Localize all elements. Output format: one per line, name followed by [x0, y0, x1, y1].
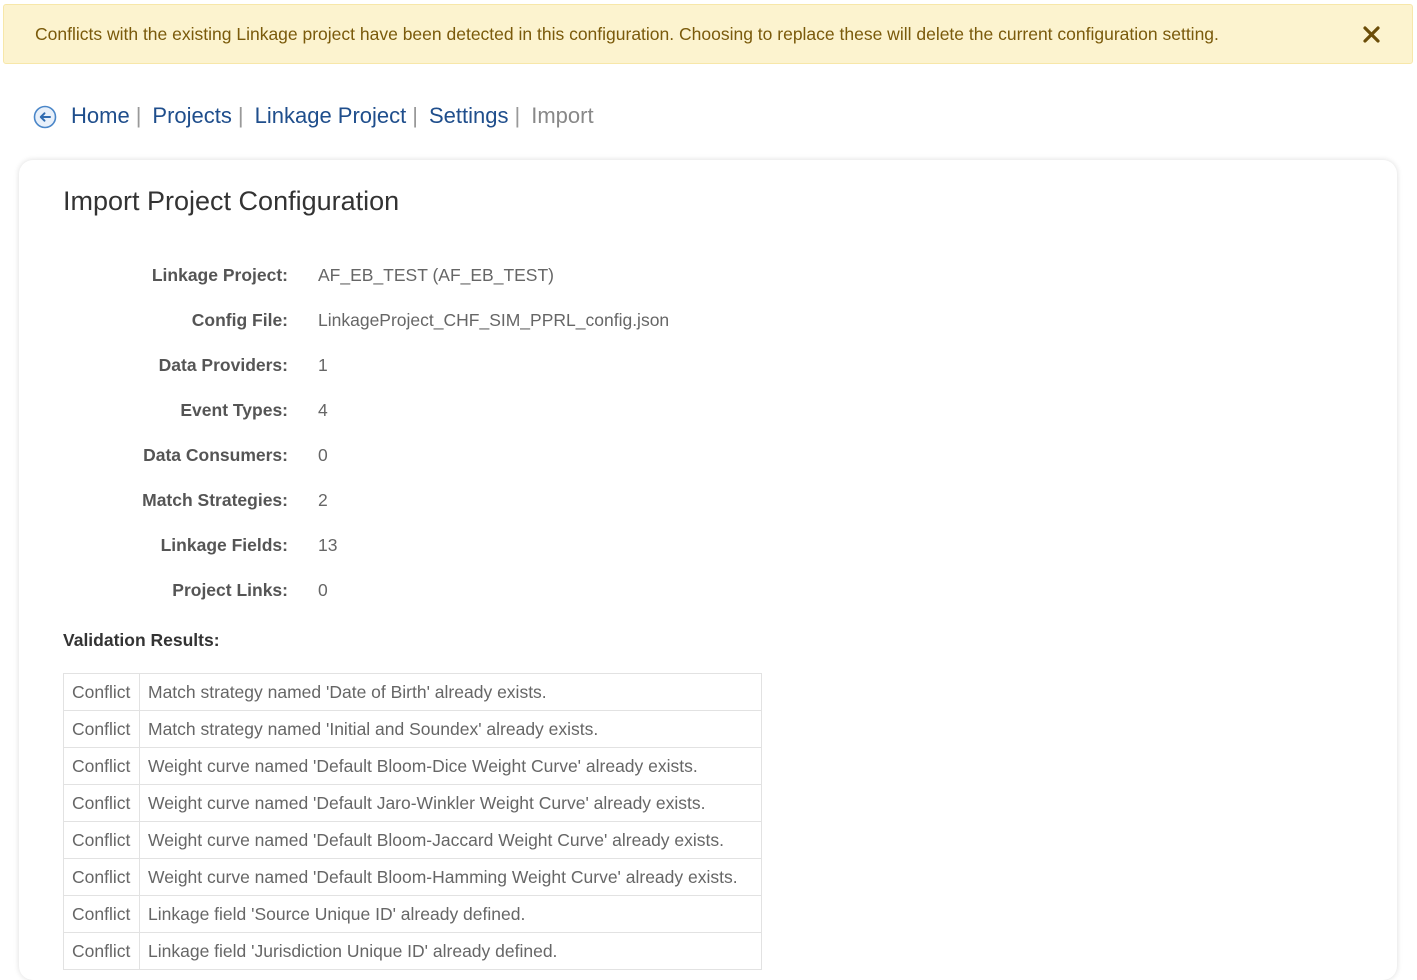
info-row-data-providers: Data Providers: 1 — [19, 350, 919, 380]
result-message: Linkage field 'Source Unique ID' already… — [139, 895, 762, 933]
result-type: Conflict — [63, 747, 140, 785]
breadcrumb: Home | Projects | Linkage Project | Sett… — [33, 100, 594, 132]
breadcrumb-projects-link[interactable]: Projects — [152, 103, 231, 129]
validation-results-heading: Validation Results: — [63, 630, 220, 650]
info-label: Data Providers: — [158, 354, 288, 375]
info-row-match-strategies: Match Strategies: 2 — [19, 485, 919, 515]
breadcrumb-separator: | — [514, 103, 521, 128]
info-value: 13 — [318, 534, 338, 555]
breadcrumb-linkage-project-link[interactable]: Linkage Project — [255, 103, 407, 129]
table-row: Conflict Linkage field 'Jurisdiction Uni… — [63, 932, 762, 970]
breadcrumb-separator: | — [237, 103, 244, 128]
result-message: Match strategy named 'Date of Birth' alr… — [139, 673, 762, 711]
conflict-alert: Conflicts with the existing Linkage proj… — [3, 4, 1413, 64]
table-row: Conflict Linkage field 'Source Unique ID… — [63, 895, 762, 933]
info-row-event-types: Event Types: 4 — [19, 395, 919, 425]
import-panel: Import Project Configuration Linkage Pro… — [19, 160, 1397, 980]
result-message: Weight curve named 'Default Bloom-Dice W… — [139, 747, 762, 785]
info-label: Config File: — [191, 309, 288, 330]
info-value: 4 — [318, 399, 328, 420]
info-label: Match Strategies: — [142, 489, 288, 510]
info-label: Data Consumers: — [143, 444, 288, 465]
result-message: Linkage field 'Jurisdiction Unique ID' a… — [139, 932, 762, 970]
table-row: Conflict Weight curve named 'Default Blo… — [63, 821, 762, 859]
info-value: LinkageProject_CHF_SIM_PPRL_config.json — [318, 309, 670, 330]
breadcrumb-current: Import — [531, 103, 594, 128]
result-type: Conflict — [63, 932, 140, 970]
table-row: Conflict Match strategy named 'Date of B… — [63, 673, 762, 711]
breadcrumb-separator: | — [412, 103, 418, 128]
info-value: 0 — [318, 579, 328, 600]
info-label: Event Types: — [180, 399, 288, 420]
info-value: 1 — [318, 354, 328, 375]
info-row-data-consumers: Data Consumers: 0 — [19, 440, 919, 470]
info-value: AF_EB_TEST (AF_EB_TEST) — [318, 264, 554, 285]
back-arrow-circle-icon[interactable] — [33, 105, 57, 129]
info-label: Linkage Project: — [151, 264, 288, 285]
info-value: 0 — [318, 444, 328, 465]
info-row-linkage-fields: Linkage Fields: 13 — [19, 530, 919, 560]
result-message: Weight curve named 'Default Bloom-Hammin… — [139, 858, 762, 896]
result-message: Weight curve named 'Default Bloom-Jaccar… — [139, 821, 762, 859]
result-type: Conflict — [63, 858, 140, 896]
breadcrumb-home-link[interactable]: Home — [71, 103, 130, 129]
result-type: Conflict — [63, 673, 140, 711]
info-row-config-file: Config File: LinkageProject_CHF_SIM_PPRL… — [19, 305, 919, 335]
table-row: Conflict Match strategy named 'Initial a… — [63, 710, 762, 748]
validation-results-table: Conflict Match strategy named 'Date of B… — [63, 673, 762, 970]
close-icon[interactable] — [1360, 5, 1382, 63]
breadcrumb-separator: | — [135, 103, 142, 128]
result-type: Conflict — [63, 710, 140, 748]
alert-message: Conflicts with the existing Linkage proj… — [35, 24, 1219, 44]
table-row: Conflict Weight curve named 'Default Jar… — [63, 784, 762, 822]
breadcrumb-settings-link[interactable]: Settings — [429, 103, 509, 129]
result-message: Match strategy named 'Initial and Sounde… — [139, 710, 762, 748]
info-label: Project Links: — [172, 579, 288, 600]
result-type: Conflict — [63, 784, 140, 822]
result-message: Weight curve named 'Default Jaro-Winkler… — [139, 784, 762, 822]
info-row-linkage-project: Linkage Project: AF_EB_TEST (AF_EB_TEST) — [19, 260, 919, 290]
table-row: Conflict Weight curve named 'Default Blo… — [63, 858, 762, 896]
info-row-project-links: Project Links: 0 — [19, 575, 919, 605]
info-label: Linkage Fields: — [160, 534, 288, 555]
page-title: Import Project Configuration — [63, 186, 400, 216]
result-type: Conflict — [63, 821, 140, 859]
table-row: Conflict Weight curve named 'Default Blo… — [63, 747, 762, 785]
info-value: 2 — [318, 489, 328, 510]
result-type: Conflict — [63, 895, 140, 933]
